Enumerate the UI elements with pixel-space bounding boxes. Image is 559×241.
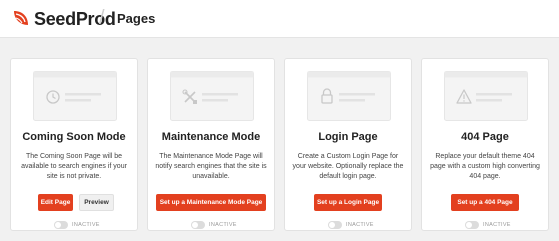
setup-maintenance-page-button[interactable]: Set up a Maintenance Mode Page [156,194,266,211]
status-label: INACTIVE [209,222,237,228]
card-description: Replace your default theme 404 page with… [430,153,540,180]
seedprod-leaf-icon [14,11,28,25]
toggle-knob [329,222,335,228]
mode-toggle[interactable] [54,221,68,229]
page-title: Pages [117,11,156,26]
card-title: Login Page [318,131,378,143]
mode-toggle[interactable] [191,221,205,229]
browser-window-illustration [170,71,254,121]
status-row: INACTIVE [285,220,411,230]
top-bar: SeedProd / Pages [0,0,559,38]
mode-toggle[interactable] [328,221,342,229]
edit-page-button[interactable]: Edit Page [38,194,73,211]
404-page-card: 404 Page Replace your default theme 404 … [421,58,549,231]
status-label: INACTIVE [483,222,511,228]
card-title: 404 Page [461,131,509,143]
card-title: Maintenance Mode [161,131,261,143]
toggle-knob [192,222,198,228]
mode-toggle[interactable] [465,221,479,229]
coming-soon-card: Coming Soon Mode The Coming Soon Page wi… [10,58,138,231]
login-page-card: Login Page Create a Custom Login Page fo… [284,58,412,231]
breadcrumb-divider: / [99,7,105,29]
card-description: Create a Custom Login Page for your webs… [292,153,404,180]
browser-window-illustration [444,71,528,121]
toggle-knob [466,222,472,228]
toggle-knob [55,222,61,228]
browser-window-illustration [33,71,117,121]
setup-404-page-button[interactable]: Set up a 404 Page [451,194,519,211]
browser-window-illustration [307,71,391,121]
preview-button[interactable]: Preview [79,194,114,211]
setup-login-page-button[interactable]: Set up a Login Page [314,194,382,211]
status-row: INACTIVE [11,220,137,230]
status-label: INACTIVE [72,222,100,228]
status-label: INACTIVE [346,222,374,228]
status-row: INACTIVE [422,220,548,230]
status-row: INACTIVE [148,220,274,230]
card-description: The Coming Soon Page will be available t… [21,153,127,180]
maintenance-mode-card: Maintenance Mode The Maintenance Mode Pa… [147,58,275,231]
card-title: Coming Soon Mode [22,131,126,143]
card-description: The Maintenance Mode Page will notify se… [155,153,267,180]
